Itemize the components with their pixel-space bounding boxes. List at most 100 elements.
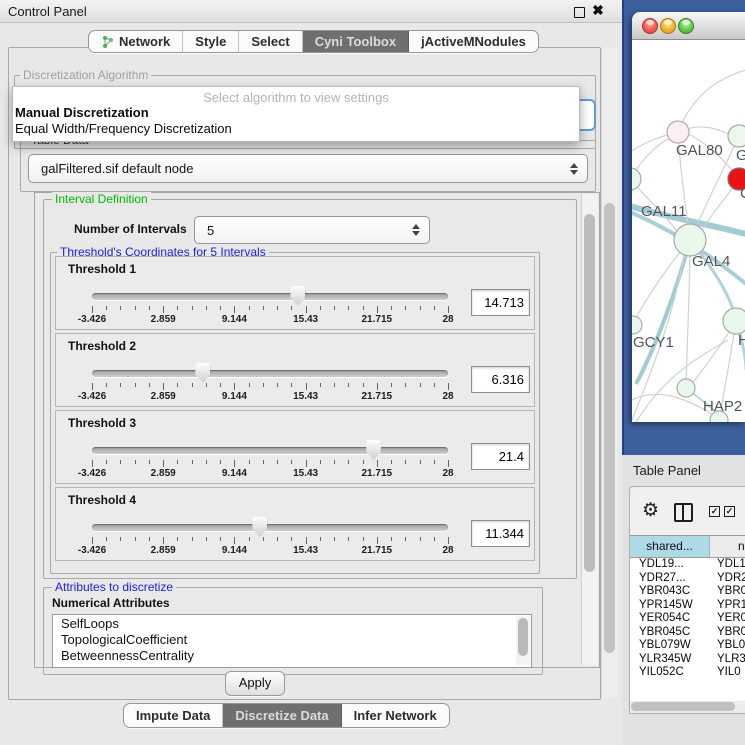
table-horizontal-scrollbar[interactable]	[630, 701, 745, 713]
table-row[interactable]: YIL052CYIL0	[630, 666, 745, 679]
cell-name[interactable]: YBL0	[710, 639, 745, 653]
tab-cyni-toolbox[interactable]: Cyni Toolbox	[303, 31, 409, 52]
network-view[interactable]: GAL80GACGAL11GAL4HGCY1HAP2	[632, 40, 745, 422]
network-node-label: GAL4	[692, 253, 730, 270]
checkbox-icon[interactable]: ✓	[724, 506, 735, 517]
network-node[interactable]	[728, 125, 745, 147]
cell-name[interactable]: YBR0	[710, 626, 745, 640]
slider-tick-label: -3.426	[78, 391, 106, 402]
table-row[interactable]: YPR145WYPR1	[630, 599, 745, 613]
slider-tick-label: 21.715	[362, 468, 393, 479]
apply-button[interactable]: Apply	[225, 671, 285, 696]
column-header-name[interactable]: n...	[710, 536, 745, 557]
panel-scrollbar[interactable]	[601, 48, 618, 698]
bottom-tab-infer-network[interactable]: Infer Network	[342, 704, 449, 727]
table-row[interactable]: YDL19...YDL1	[630, 558, 745, 572]
network-node-label: GA	[736, 147, 745, 164]
table-row[interactable]: YBR045CYBR0	[630, 626, 745, 640]
attribute-list-item[interactable]: SelfLoops	[53, 615, 531, 631]
numerical-attributes-list[interactable]: SelfLoopsTopologicalCoefficientBetweenne…	[52, 614, 532, 668]
bottom-tab-impute-data[interactable]: Impute Data	[124, 704, 223, 727]
cell-name[interactable]: YDR2	[710, 572, 745, 586]
network-node[interactable]	[632, 168, 641, 190]
scrollbar-thumb[interactable]	[584, 214, 595, 572]
attributes-scrollbar[interactable]	[516, 616, 530, 665]
threshold-value-field[interactable]: 11.344	[471, 520, 530, 547]
tab-select[interactable]: Select	[239, 31, 302, 52]
slider-track[interactable]	[92, 447, 448, 454]
popup-item-manual-discretization[interactable]: Manual Discretization	[15, 105, 149, 120]
threshold-slider[interactable]: -3.4262.8599.14415.4321.71528	[92, 334, 448, 406]
number-of-intervals-combobox[interactable]: 5	[194, 216, 430, 244]
table-data-combobox[interactable]: galFiltered.sif default node	[28, 154, 588, 183]
slider-track[interactable]	[92, 293, 448, 300]
threshold-slider[interactable]: -3.4262.8599.14415.4321.71528	[92, 488, 448, 560]
slider-tick	[434, 460, 435, 464]
slider-tick	[377, 306, 378, 313]
tab-style[interactable]: Style	[183, 31, 239, 52]
table-row[interactable]: YER054CYER0	[630, 612, 745, 626]
threshold-value-field[interactable]: 21.4	[471, 443, 530, 470]
slider-tick	[234, 383, 235, 390]
scrollbar-thumb[interactable]	[604, 203, 615, 653]
close-icon[interactable]: ✖	[592, 2, 604, 14]
cell-shared-name[interactable]: YER054C	[630, 612, 710, 626]
cell-name[interactable]: YPR1	[710, 599, 745, 613]
network-node[interactable]	[632, 316, 642, 334]
scrollbar-thumb[interactable]	[518, 618, 528, 656]
attribute-list-item[interactable]: TopologicalCoefficient	[53, 631, 531, 647]
popup-item-equal-width-frequency[interactable]: Equal Width/Frequency Discretization	[15, 121, 232, 136]
cell-name[interactable]: YDL1	[710, 558, 745, 572]
slider-tick	[377, 537, 378, 544]
threshold-value-field[interactable]: 6.316	[471, 366, 530, 393]
slider-thumb[interactable]	[252, 517, 267, 537]
network-node[interactable]	[677, 379, 695, 397]
slider-tick	[163, 383, 164, 390]
slider-tick	[92, 383, 93, 390]
network-node[interactable]	[674, 224, 706, 256]
scrollbar-thumb[interactable]	[631, 702, 735, 711]
cell-shared-name[interactable]: YDL19...	[630, 558, 710, 572]
tab-network[interactable]: Network	[89, 31, 183, 52]
cell-shared-name[interactable]: YBR043C	[630, 585, 710, 599]
numerical-attributes-label: Numerical Attributes	[52, 596, 170, 610]
cell-shared-name[interactable]: YPR145W	[630, 599, 710, 613]
float-window-icon[interactable]	[574, 7, 585, 18]
attribute-list-item[interactable]: BetweennessCentrality	[53, 647, 531, 663]
table-row[interactable]: YDR27...YDR2	[630, 572, 745, 586]
threshold-slider[interactable]: -3.4262.8599.14415.4321.71528	[92, 257, 448, 329]
threshold-slider[interactable]: -3.4262.8599.14415.4321.71528	[92, 411, 448, 483]
close-traffic-light-icon[interactable]	[642, 18, 658, 34]
slider-thumb[interactable]	[195, 363, 210, 383]
checkbox-icon[interactable]: ✓	[709, 506, 720, 517]
split-columns-icon[interactable]	[674, 503, 693, 522]
column-header-shared-name[interactable]: shared...	[630, 536, 710, 557]
slider-tick-label: 2.859	[151, 391, 176, 402]
zoom-traffic-light-icon[interactable]	[678, 18, 694, 34]
tab-jactivemnodules[interactable]: jActiveMNodules	[409, 31, 538, 52]
slider-track[interactable]	[92, 524, 448, 531]
network-node[interactable]	[667, 121, 689, 143]
slider-tick	[348, 306, 349, 310]
cell-shared-name[interactable]: YDR27...	[630, 572, 710, 586]
minimize-traffic-light-icon[interactable]	[660, 18, 676, 34]
table-row[interactable]: YBL079WYBL0	[630, 639, 745, 653]
cell-name[interactable]: YIL0	[710, 666, 745, 679]
cell-name[interactable]: YBR0	[710, 585, 745, 599]
slider-thumb[interactable]	[290, 286, 305, 306]
table-row[interactable]: YBR043CYBR0	[630, 585, 745, 599]
cell-shared-name[interactable]: YBR045C	[630, 626, 710, 640]
cell-name[interactable]: YER0	[710, 612, 745, 626]
cell-shared-name[interactable]: YIL052C	[630, 666, 710, 679]
cell-shared-name[interactable]: YLR345W	[630, 653, 710, 667]
cell-name[interactable]: YLR3	[710, 653, 745, 667]
bottom-tab-discretize-data[interactable]: Discretize Data	[223, 704, 341, 727]
slider-thumb[interactable]	[366, 440, 381, 460]
network-node[interactable]	[723, 308, 745, 334]
table-row[interactable]: YLR345WYLR3	[630, 653, 745, 667]
cell-shared-name[interactable]: YBL079W	[630, 639, 710, 653]
gear-icon[interactable]: ⚙	[642, 501, 659, 520]
threshold-value-field[interactable]: 14.713	[471, 289, 530, 316]
slider-track[interactable]	[92, 370, 448, 377]
settings-scrollbar[interactable]	[581, 194, 598, 665]
